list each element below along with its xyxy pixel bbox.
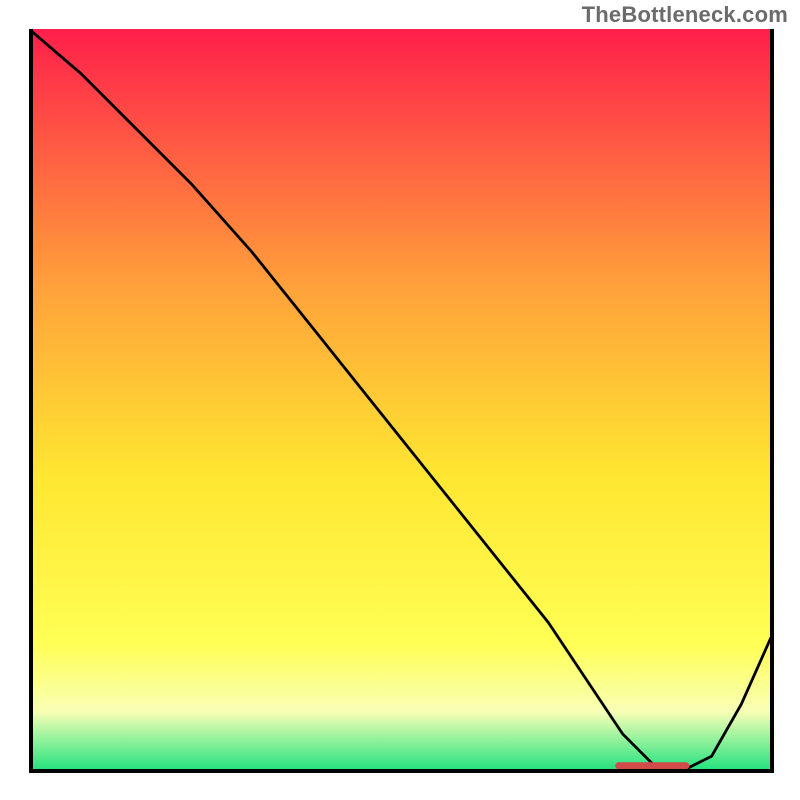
- bottleneck-chart: [29, 29, 771, 771]
- chart-plot-area: [29, 29, 771, 771]
- chart-border-left: [29, 29, 33, 773]
- watermark-text: TheBottleneck.com: [582, 2, 788, 28]
- gradient-background: [29, 29, 771, 771]
- chart-border-bottom: [29, 769, 774, 773]
- chart-border-right: [770, 29, 774, 773]
